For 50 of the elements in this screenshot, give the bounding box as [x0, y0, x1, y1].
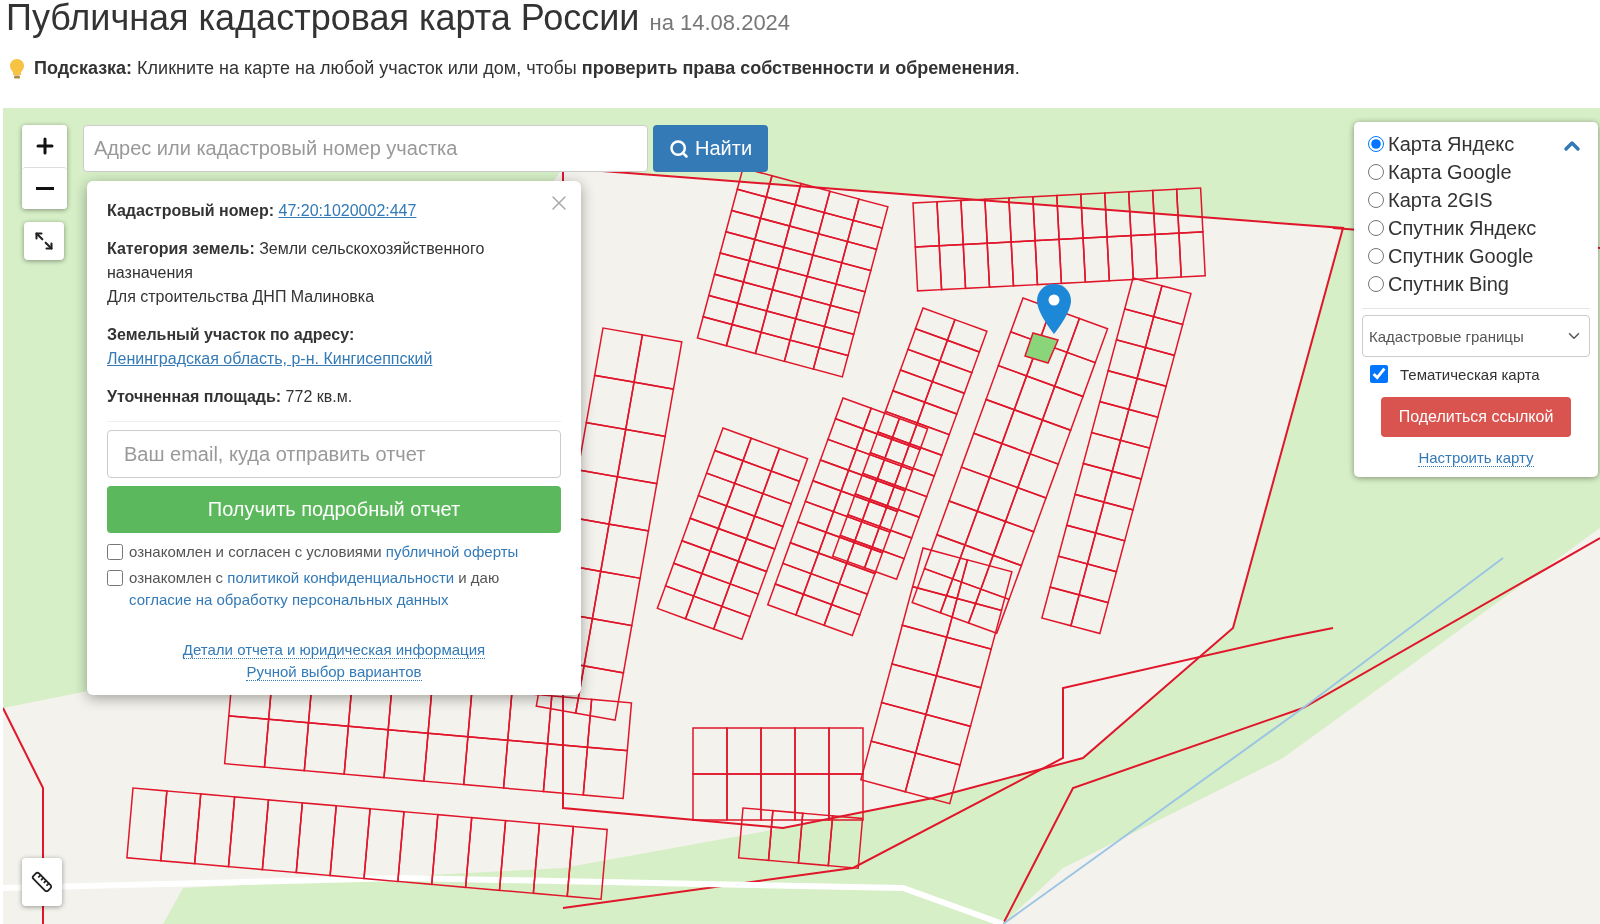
- map-layer-option[interactable]: Спутник Яндекс: [1368, 214, 1584, 242]
- map-layer-option[interactable]: Спутник Google: [1368, 242, 1584, 270]
- consent-text: ознакомлен с политикой конфиденциальности и даю согласие на обработку персональных данных: [129, 568, 501, 610]
- map-layer-option[interactable]: Карта Google: [1368, 158, 1584, 186]
- search-icon: [669, 138, 689, 159]
- parcel-field: Категория земель: Земли сельскохозяйственного назначения: [107, 237, 561, 285]
- map-layer-option[interactable]: Карта Яндекс: [1368, 130, 1584, 158]
- get-report-button[interactable]: Получить подробный отчет: [107, 486, 561, 533]
- layer-radio[interactable]: [1368, 136, 1384, 152]
- expand-icon: [34, 231, 54, 251]
- consent-link[interactable]: согласие на обработку персональных данных: [129, 591, 449, 608]
- hint-text: Подсказка: Кликните на карте на любой участок или дом, чтобы проверить права собственности и обременения.: [34, 58, 1020, 79]
- parcel-note: Для строительства ДНП Малиновка: [107, 287, 376, 307]
- consent-link[interactable]: политикой конфиденциальности: [227, 569, 455, 586]
- map-layer-option[interactable]: Спутник Bing: [1368, 270, 1584, 298]
- layer-radio[interactable]: [1368, 276, 1384, 292]
- parcel-field: Уточненная площадь: 772 кв.м.: [107, 385, 561, 409]
- parcel-link[interactable]: 47:20:1020002:447: [278, 199, 417, 223]
- overlay-select[interactable]: Кадастровые границы: [1362, 315, 1590, 357]
- consent-link[interactable]: публичной оферты: [385, 543, 519, 560]
- ruler-icon: [31, 871, 53, 893]
- layer-radio[interactable]: [1368, 192, 1384, 208]
- consent-text: ознакомлен и согласен с условиями публичной оферты: [129, 542, 519, 562]
- map-date: на 14.08.2024: [649, 10, 791, 36]
- map-layer-option[interactable]: Карта 2GIS: [1368, 186, 1584, 214]
- fullscreen-button[interactable]: [24, 222, 64, 260]
- zoom-in-button[interactable]: [22, 125, 67, 167]
- report-info-link[interactable]: Ручной выбор вариантов: [246, 663, 422, 681]
- report-info-link[interactable]: Детали отчета и юридическая информация: [182, 641, 486, 659]
- minus-icon: [35, 187, 54, 190]
- find-button[interactable]: Найти: [653, 125, 769, 172]
- page-title: Публичная кадастровая карта России: [6, 0, 640, 38]
- layer-radio[interactable]: [1368, 220, 1384, 236]
- ruler-button[interactable]: [22, 858, 62, 906]
- share-link-button[interactable]: Поделиться ссылкой: [1381, 397, 1571, 437]
- address-search-field[interactable]: Адрес или кадастровый номер участка: [83, 125, 648, 172]
- map-settings-link[interactable]: Настроить карту: [1418, 449, 1534, 467]
- zoom-out-button[interactable]: [22, 167, 67, 209]
- email-field[interactable]: Ваш email, куда отправить отчет: [107, 430, 561, 478]
- consent-checkbox[interactable]: [107, 544, 123, 560]
- thematic-checkbox[interactable]: [1370, 365, 1388, 383]
- layer-radio[interactable]: [1368, 248, 1384, 264]
- consent-checkbox[interactable]: [107, 570, 123, 586]
- parcel-link[interactable]: Ленинградская область, р-н. Кингисеппский: [107, 347, 433, 371]
- layer-radio[interactable]: [1368, 164, 1384, 180]
- parcel-field: Земельный участок по адресу: Ленинградская область, р-н. Кингисеппский: [107, 323, 561, 371]
- location-pin-icon: [1036, 284, 1072, 334]
- thematic-label: Тематическая карта: [1400, 365, 1540, 383]
- lightbulb-icon: [10, 58, 24, 79]
- parcel-field: Кадастровый номер: 47:20:1020002:447: [107, 199, 561, 223]
